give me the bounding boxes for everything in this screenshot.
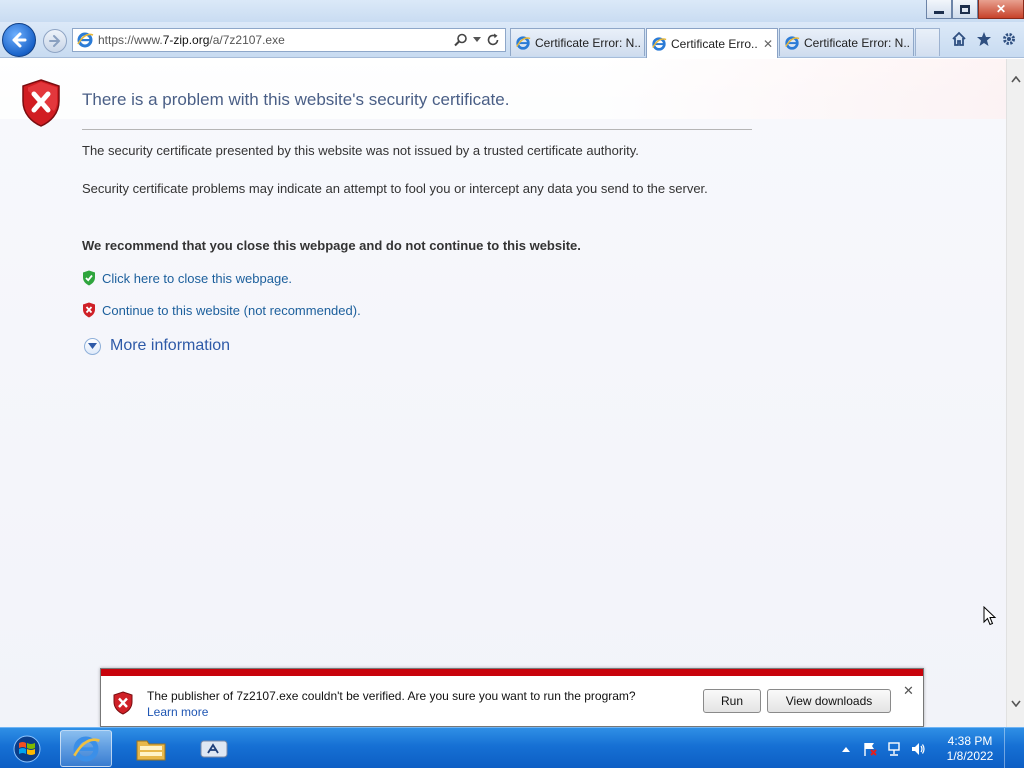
recommendation-text: We recommend that you close this webpage… — [82, 238, 581, 253]
close-webpage-row: Click here to close this webpage. — [82, 270, 292, 286]
minimize-button[interactable] — [926, 0, 952, 19]
new-tab-button[interactable] — [915, 28, 940, 56]
address-bar[interactable]: https://www.7-zip.org/a/7z2107.exe — [72, 28, 506, 52]
back-arrow-icon — [12, 32, 27, 48]
tab-certificate-error-3[interactable]: Certificate Error: N... — [779, 28, 914, 56]
ie-logo-icon — [652, 36, 667, 51]
more-information-toggle[interactable]: More information — [84, 337, 230, 355]
clock-time: 4:38 PM — [947, 733, 993, 748]
url-prefix: https://www. — [98, 33, 163, 47]
system-tray: 4:38 PM 1/8/2022 — [830, 728, 1014, 768]
address-tools — [454, 33, 500, 47]
run-button[interactable]: Run — [703, 689, 761, 713]
shield-error-icon — [113, 691, 133, 715]
navigation-bar: https://www.7-zip.org/a/7z2107.exe Certi… — [0, 22, 1024, 58]
home-icon[interactable] — [950, 30, 968, 48]
tab-label: Certificate Erro... — [671, 36, 757, 51]
notification-warning-stripe — [101, 669, 923, 676]
divider — [82, 129, 752, 130]
url-text[interactable]: https://www.7-zip.org/a/7z2107.exe — [98, 33, 454, 47]
tab-certificate-error-1[interactable]: Certificate Error: N... — [510, 28, 645, 56]
scroll-down-icon[interactable] — [1007, 695, 1024, 712]
volume-icon[interactable] — [910, 741, 926, 757]
ie-logo-icon — [516, 35, 531, 50]
continue-to-website-link[interactable]: Continue to this website (not recommende… — [102, 303, 361, 318]
network-icon[interactable] — [886, 741, 902, 757]
show-desktop-button[interactable] — [1004, 728, 1014, 768]
refresh-icon[interactable] — [486, 33, 500, 47]
ie-logo-icon — [785, 35, 800, 50]
taskbar-app[interactable] — [188, 730, 240, 767]
shield-error-icon — [22, 79, 60, 127]
shield-check-icon — [83, 270, 95, 286]
folder-icon — [136, 740, 166, 760]
favorites-star-icon[interactable] — [975, 30, 993, 48]
ie-logo-icon — [77, 32, 94, 48]
learn-more-link[interactable]: Learn more — [147, 705, 208, 719]
window-controls: ✕ — [926, 0, 1024, 20]
expand-circle-icon — [84, 337, 101, 355]
more-information-label: More information — [110, 337, 231, 354]
app-icon — [200, 740, 228, 757]
back-button[interactable] — [2, 23, 36, 57]
page-content: There is a problem with this website's s… — [0, 59, 1006, 727]
security-warning-text: Security certificate problems may indica… — [82, 181, 708, 196]
tab-label: Certificate Error: N... — [535, 35, 640, 50]
vertical-scrollbar[interactable] — [1006, 59, 1024, 727]
search-icon[interactable] — [454, 33, 468, 47]
continue-row: Continue to this website (not recommende… — [82, 302, 361, 318]
start-button[interactable] — [4, 730, 50, 768]
restore-button[interactable] — [952, 0, 978, 19]
taskbar-internet-explorer[interactable] — [60, 730, 112, 767]
show-hidden-icons-icon[interactable] — [838, 741, 854, 757]
forward-button[interactable] — [43, 29, 67, 53]
url-domain: 7-zip.org — [162, 33, 210, 47]
url-path: /a/7z2107.exe — [209, 33, 285, 47]
command-icons — [950, 30, 1018, 48]
close-notification-icon[interactable]: ✕ — [903, 683, 914, 699]
flag-icon[interactable] — [862, 741, 878, 757]
ie-logo-icon — [73, 736, 100, 761]
shield-error-icon — [83, 302, 95, 318]
dropdown-arrow-icon[interactable] — [473, 37, 481, 43]
certificate-explanation: The security certificate presented by th… — [82, 143, 639, 158]
clock-date: 1/8/2022 — [946, 748, 994, 763]
notification-message: The publisher of 7z2107.exe couldn't be … — [147, 689, 636, 703]
scroll-up-icon[interactable] — [1007, 71, 1024, 88]
tools-gear-icon[interactable] — [1000, 30, 1018, 48]
tab-certificate-error-2[interactable]: Certificate Erro... ✕ — [646, 28, 778, 58]
clock[interactable]: 4:38 PM 1/8/2022 — [940, 734, 1000, 764]
close-window-button[interactable]: ✕ — [978, 0, 1024, 19]
taskbar: 4:38 PM 1/8/2022 — [0, 727, 1024, 768]
mouse-cursor-icon — [983, 606, 997, 626]
title-bar: ✕ — [0, 0, 1024, 22]
close-webpage-link[interactable]: Click here to close this webpage. — [102, 271, 292, 286]
tab-label: Certificate Error: N... — [804, 35, 909, 50]
view-downloads-button[interactable]: View downloads — [767, 689, 891, 713]
windows-start-icon — [13, 735, 41, 763]
download-notification-bar: The publisher of 7z2107.exe couldn't be … — [100, 668, 924, 727]
taskbar-file-explorer[interactable] — [125, 730, 177, 767]
forward-arrow-icon — [49, 35, 61, 47]
tab-close-icon[interactable]: ✕ — [763, 37, 773, 51]
page-title: There is a problem with this website's s… — [82, 90, 510, 109]
